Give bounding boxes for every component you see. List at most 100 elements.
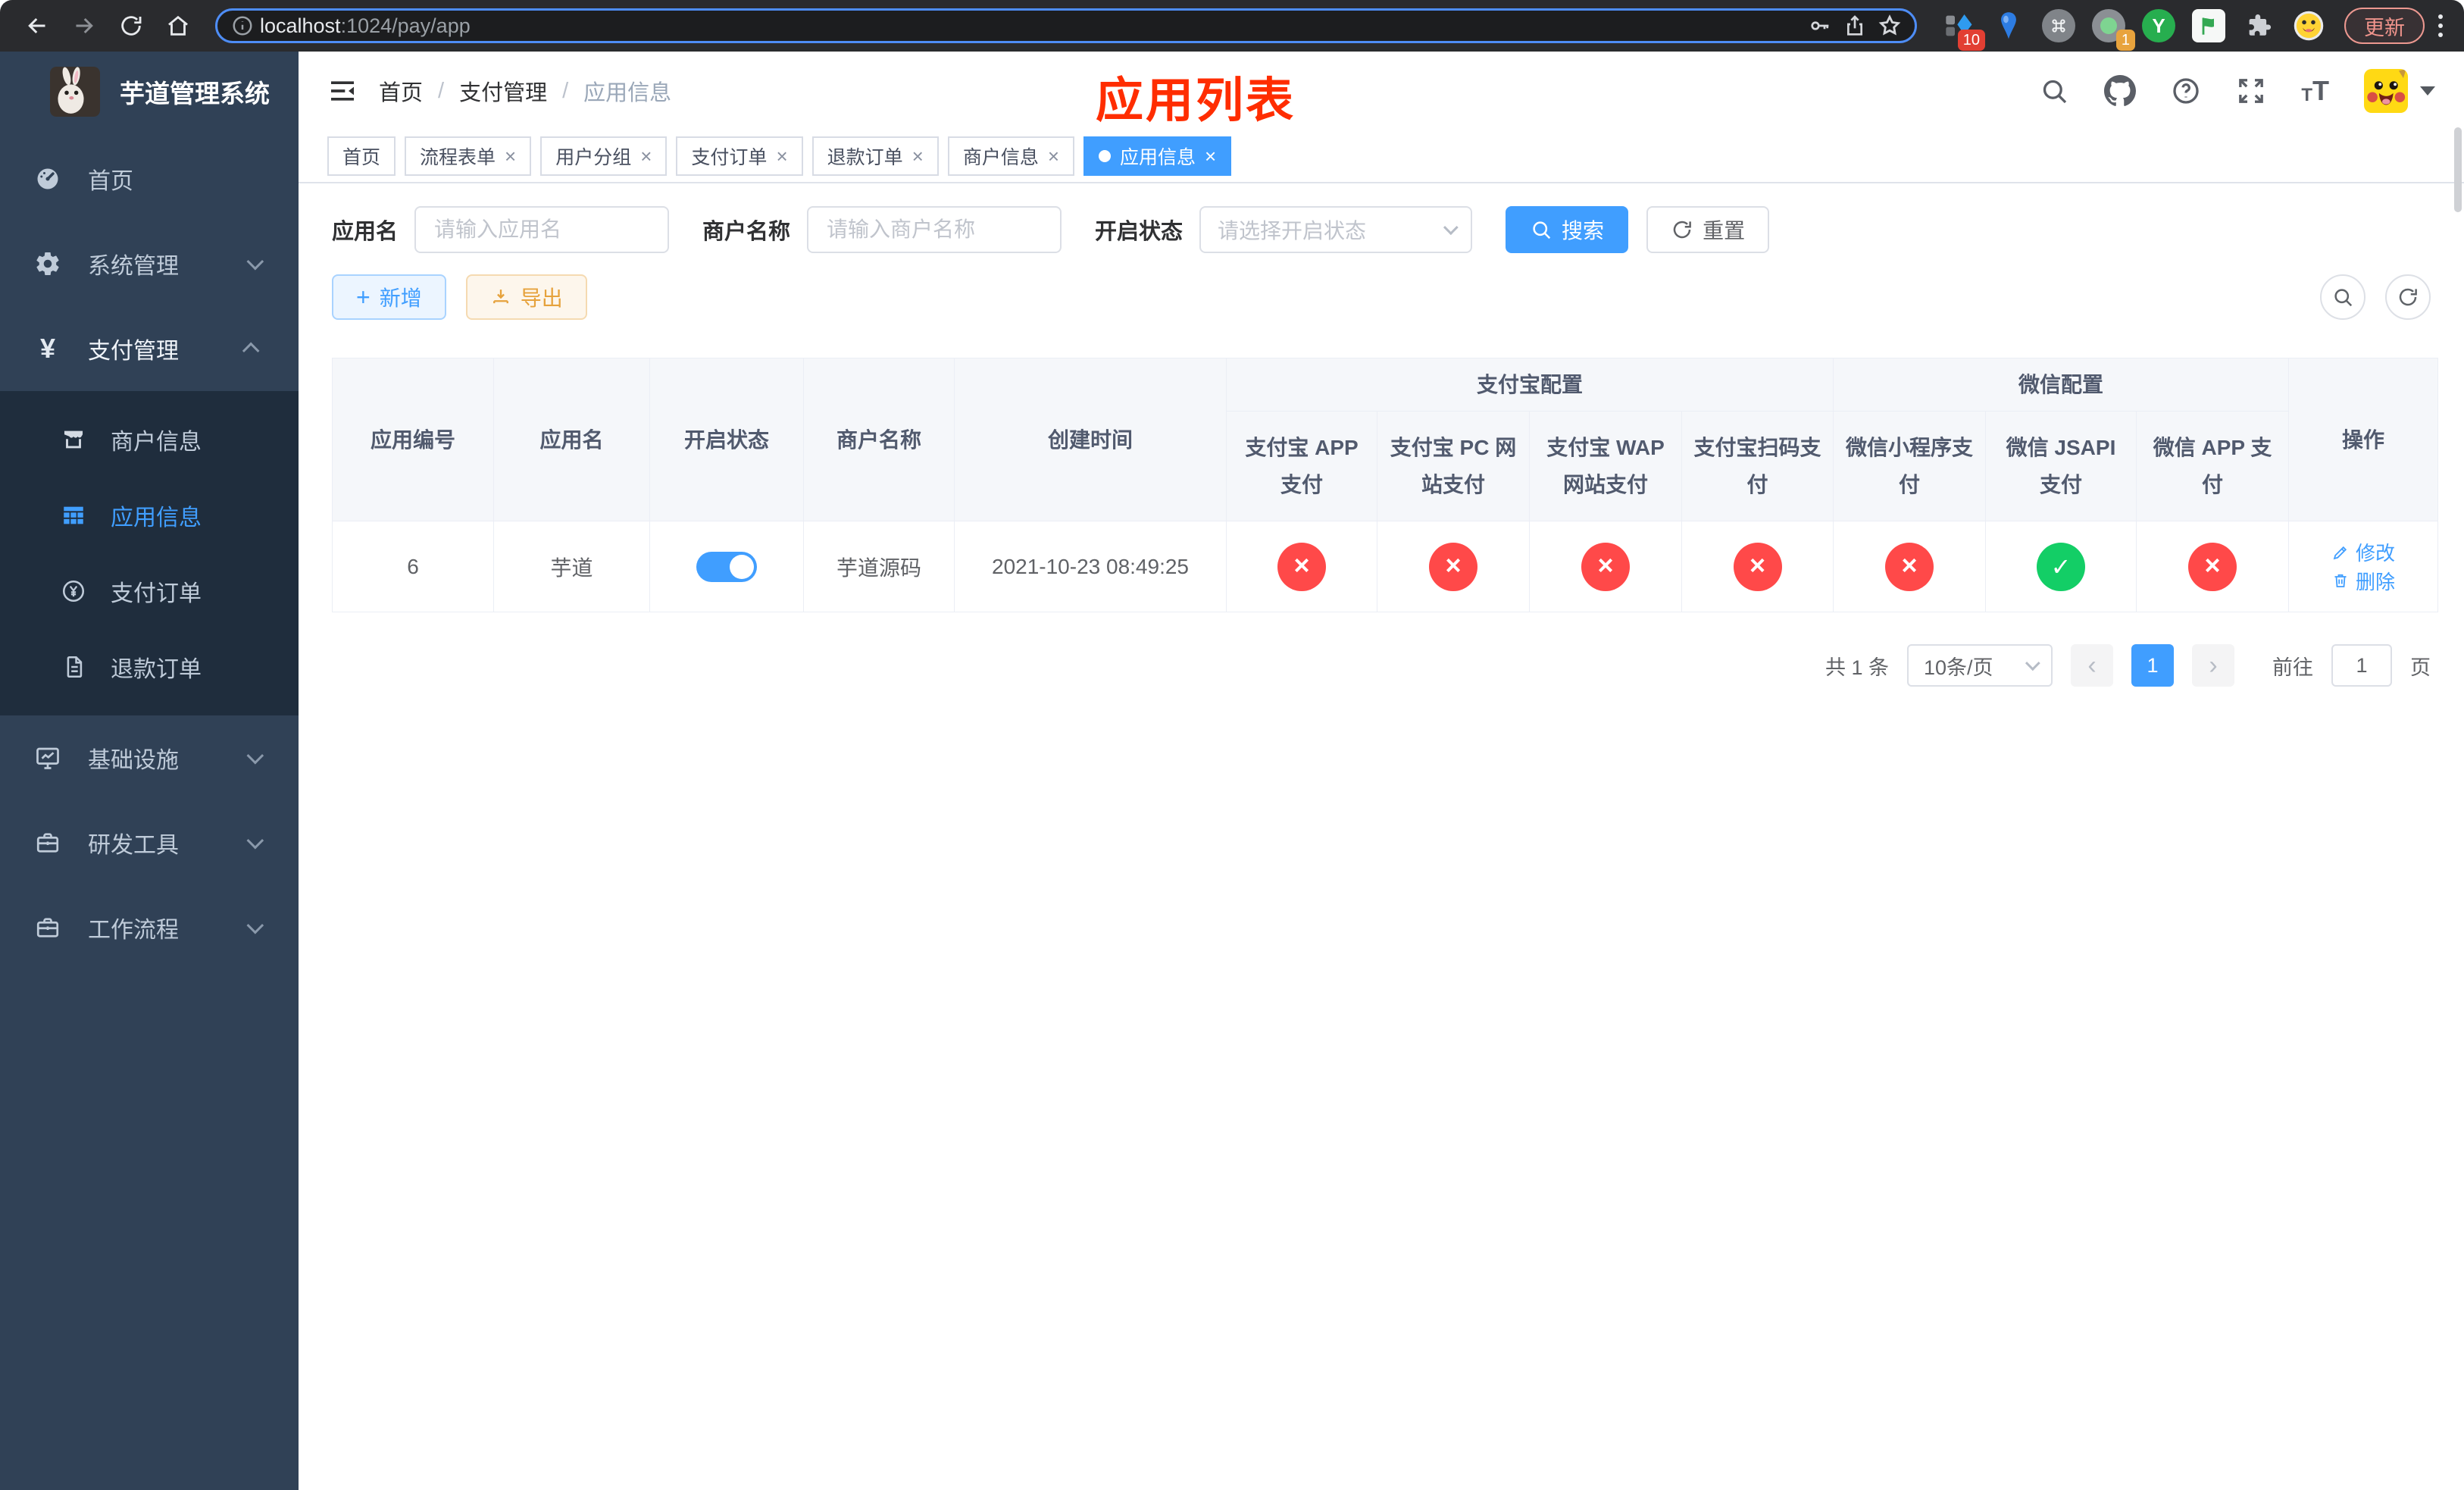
address-bar[interactable]: localhost:1024/pay/app (215, 8, 1917, 43)
github-icon[interactable] (2104, 75, 2137, 107)
app-name-label: 应用名 (332, 220, 399, 244)
sidebar-collapse-button[interactable] (327, 76, 358, 106)
browser-forward-button[interactable] (64, 6, 104, 45)
extensions-puzzle-icon[interactable] (2241, 8, 2276, 43)
status-select[interactable]: 请选择开启状态 (1199, 206, 1473, 253)
close-icon[interactable]: × (640, 146, 652, 166)
sidebar-item-system[interactable]: 系统管理 (0, 221, 299, 306)
chevron-down-icon (246, 252, 264, 271)
tab-home[interactable]: 首页 (327, 136, 396, 176)
sidebar-logo[interactable]: 芋道管理系统 (0, 52, 299, 117)
sidebar-item-infrastructure[interactable]: 基础设施 (0, 715, 299, 800)
tab-process-form[interactable]: 流程表单 × (405, 136, 532, 176)
column-header-actions: 操作 (2288, 358, 2439, 521)
merchant-name-input[interactable] (807, 206, 1062, 253)
status-cross-icon (1733, 542, 1782, 591)
scrollbar-thumb[interactable] (2454, 127, 2462, 212)
tab-pay-order[interactable]: 支付订单 × (676, 136, 803, 176)
extension-tab-manager-icon[interactable]: 1 (2091, 8, 2135, 51)
extension-emoji-icon[interactable] (2291, 8, 2326, 43)
sidebar-item-home[interactable]: 首页 (0, 136, 299, 221)
tab-app-info[interactable]: 应用信息 × (1083, 136, 1232, 176)
close-icon[interactable]: × (1205, 146, 1216, 166)
reset-button[interactable]: 重置 (1646, 206, 1770, 253)
delete-link[interactable]: 删除 (2331, 567, 2395, 595)
document-icon (58, 654, 89, 680)
browser-reload-button[interactable] (111, 6, 151, 45)
export-button[interactable]: 导出 (465, 274, 587, 320)
browser-back-button[interactable] (17, 6, 57, 45)
search-icon (2334, 289, 2353, 307)
column-header-wechat-lite: 微信小程序支付 (1833, 411, 1987, 521)
url-path: :1024/pay/app (340, 14, 471, 37)
add-button[interactable]: + 新增 (332, 274, 446, 320)
browser-home-button[interactable] (158, 6, 198, 45)
extension-kite-icon[interactable] (1991, 8, 2026, 43)
sidebar-item-label: 应用信息 (111, 506, 202, 531)
status-toggle[interactable] (696, 551, 757, 582)
refresh-icon (1673, 221, 1691, 239)
current-page-button[interactable]: 1 (2131, 644, 2174, 687)
search-button-label: 搜索 (1562, 219, 1605, 243)
sidebar-item-dev-tools[interactable]: 研发工具 (0, 800, 299, 885)
extension-pin-icon[interactable]: 10 (1941, 8, 1985, 51)
navbar-actions: TT (2039, 69, 2435, 113)
page-size-select[interactable]: 10条/页 (1907, 644, 2053, 687)
refresh-table-button[interactable] (2385, 274, 2431, 320)
export-button-label: 导出 (520, 286, 563, 310)
sidebar-item-label: 基础设施 (88, 748, 179, 773)
header-search-icon[interactable] (2039, 76, 2069, 106)
status-cross-icon (1885, 542, 1934, 591)
goto-page-input[interactable] (2331, 644, 2392, 687)
sidebar-item-app-info[interactable]: 应用信息 (0, 477, 299, 553)
column-header-status: 开启状态 (649, 358, 804, 521)
site-info-icon[interactable] (225, 11, 260, 41)
help-icon[interactable] (2171, 76, 2201, 106)
forward-arrow-icon (76, 17, 93, 34)
breadcrumb-payment[interactable]: 支付管理 (459, 75, 547, 107)
next-page-button[interactable]: › (2192, 644, 2234, 687)
font-size-icon[interactable]: TT (2301, 77, 2329, 105)
caret-down-icon (2420, 86, 2435, 95)
cell-app-name: 芋道 (493, 521, 650, 612)
close-icon[interactable]: × (505, 146, 516, 166)
bookmark-star-icon[interactable] (1872, 11, 1907, 41)
tab-refund-order[interactable]: 退款订单 × (811, 136, 939, 176)
toggle-search-button[interactable] (2320, 274, 2366, 320)
sidebar-item-label: 研发工具 (88, 833, 179, 858)
close-icon[interactable]: × (1048, 146, 1059, 166)
browser-menu-icon[interactable] (2438, 14, 2443, 37)
sidebar-item-pay-order[interactable]: 支付订单 (0, 553, 299, 629)
share-icon[interactable] (1837, 11, 1872, 41)
password-key-icon[interactable] (1803, 11, 1837, 41)
browser-update-button[interactable]: 更新 (2344, 8, 2425, 44)
sidebar-item-label: 支付管理 (88, 339, 179, 364)
sidebar-item-merchant-info[interactable]: 商户信息 (0, 402, 299, 477)
breadcrumb-home[interactable]: 首页 (379, 75, 423, 107)
close-icon[interactable]: × (912, 146, 924, 166)
breadcrumb: 首页 / 支付管理 / 应用信息 (379, 75, 671, 107)
close-icon[interactable]: × (776, 146, 787, 166)
user-menu[interactable] (2364, 69, 2435, 113)
sidebar-item-refund-order[interactable]: 退款订单 (0, 629, 299, 705)
search-button[interactable]: 搜索 (1506, 206, 1629, 253)
refresh-icon (2399, 288, 2417, 306)
pagination-total: 共 1 条 (1825, 656, 1889, 679)
sidebar-item-payment[interactable]: ¥ 支付管理 (0, 306, 299, 391)
extension-command-icon[interactable] (2041, 8, 2076, 43)
dashboard-icon (30, 165, 65, 193)
column-header-merchant: 商户名称 (803, 358, 955, 521)
prev-page-button[interactable]: ‹ (2071, 644, 2113, 687)
edit-link[interactable]: 修改 (2331, 538, 2395, 566)
extension-flag-icon[interactable] (2191, 8, 2226, 43)
tab-merchant-info[interactable]: 商户信息 × (947, 136, 1075, 176)
app-name-input[interactable] (414, 206, 670, 253)
sidebar-item-workflow[interactable]: 工作流程 (0, 885, 299, 970)
fullscreen-icon[interactable] (2236, 76, 2266, 106)
tab-label: 首页 (342, 147, 381, 168)
breadcrumb-separator: / (562, 78, 569, 103)
merchant-name-label: 商户名称 (702, 220, 791, 244)
sidebar: 芋道管理系统 首页 系统管理 ¥ 支付管理 商户信息 应用信息 支付订单 退款订… (0, 52, 299, 1490)
extension-y-icon[interactable]: Y (2141, 8, 2176, 43)
tab-user-group[interactable]: 用户分组 × (540, 136, 668, 176)
